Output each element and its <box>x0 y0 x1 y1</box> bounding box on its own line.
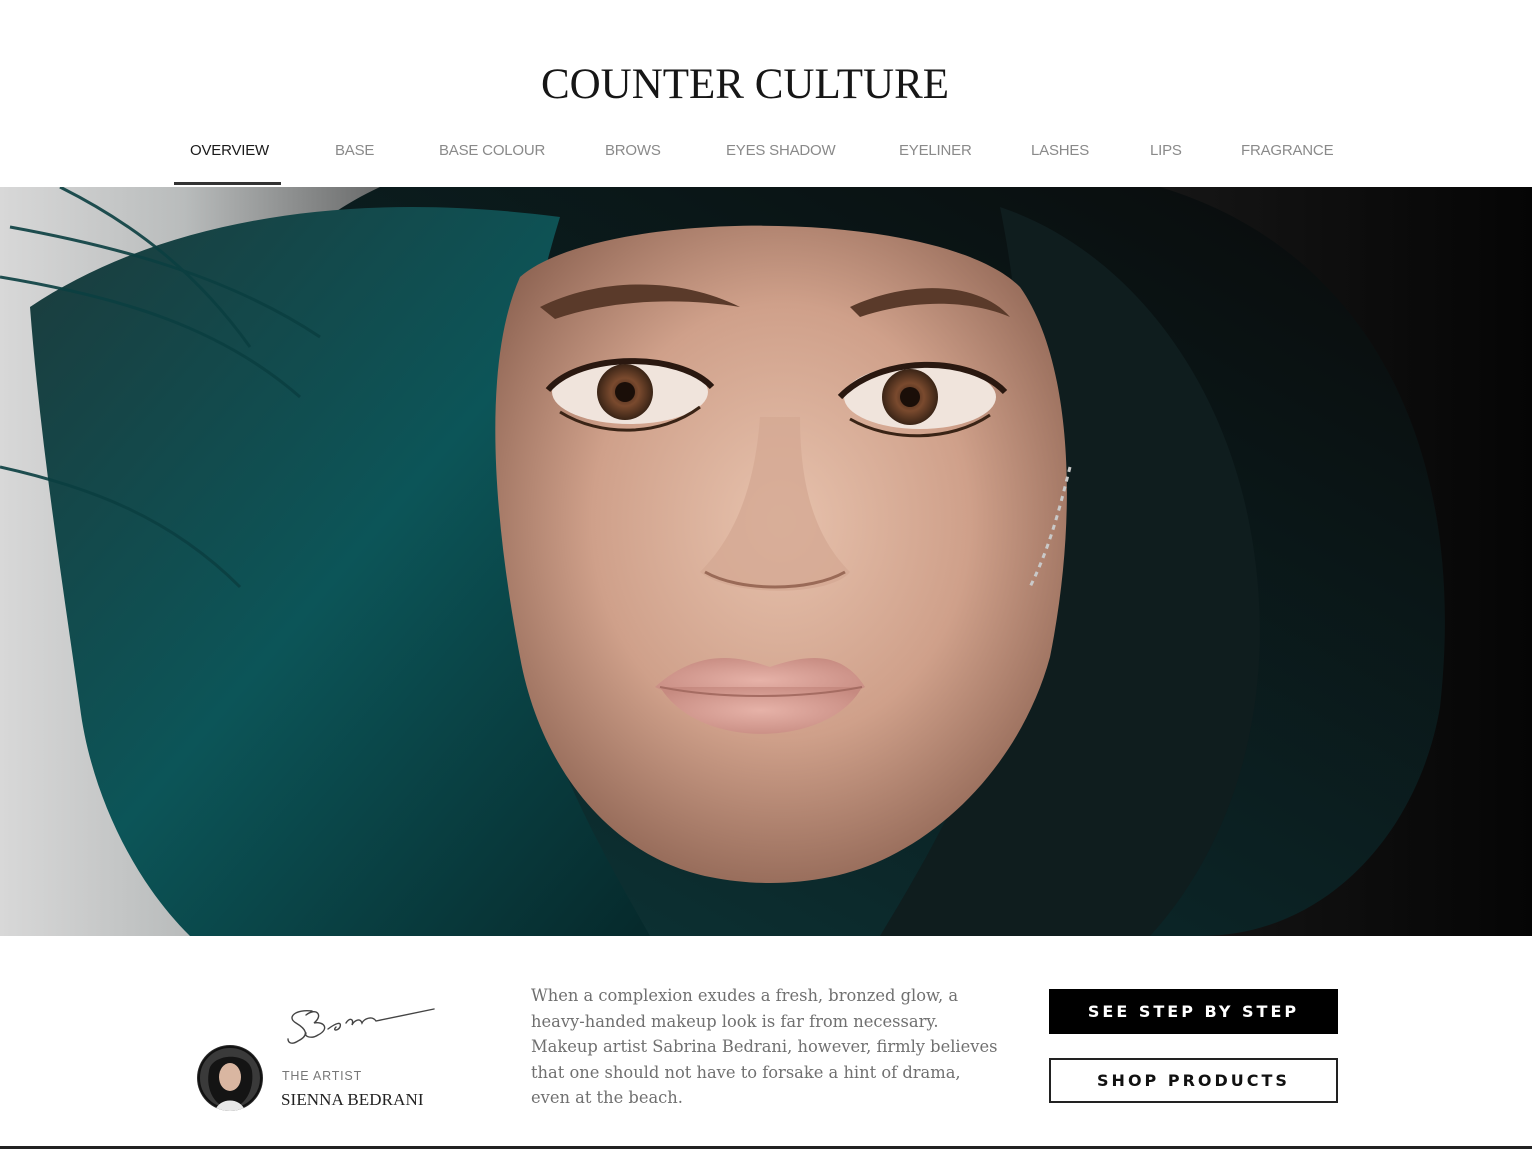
artist-avatar[interactable] <box>197 1045 263 1111</box>
tab-overview[interactable]: OVERVIEW <box>174 140 281 186</box>
see-step-by-step-button[interactable]: SEE STEP BY STEP <box>1049 989 1338 1034</box>
tab-eyeliner[interactable]: EYELINER <box>899 140 972 186</box>
portrait-illustration <box>0 187 1532 936</box>
artist-name[interactable]: SIENNA BEDRANI <box>281 1090 424 1110</box>
tab-eyes-shadow[interactable]: EYES SHADOW <box>726 140 836 186</box>
tab-base[interactable]: BASE <box>335 140 374 186</box>
look-description: When a complexion exudes a fresh, bronze… <box>531 986 998 1107</box>
hero-portrait-image <box>0 187 1532 936</box>
shop-products-button[interactable]: SHOP PRODUCTS <box>1049 1058 1338 1103</box>
tab-lips[interactable]: LIPS <box>1150 140 1182 186</box>
avatar-photo <box>197 1045 263 1111</box>
artist-signature <box>287 1008 435 1044</box>
section-nav: OVERVIEW BASE BASE COLOUR BROWS EYES SHA… <box>0 140 1532 188</box>
tab-brows[interactable]: BROWS <box>605 140 661 186</box>
tab-fragrance[interactable]: FRAGRANCE <box>1241 140 1334 186</box>
tab-lashes[interactable]: LASHES <box>1031 140 1089 186</box>
brand-logo[interactable]: COUNTER CULTURE <box>0 60 1490 109</box>
tab-base-colour[interactable]: BASE COLOUR <box>439 140 545 186</box>
artist-label: THE ARTIST <box>282 1069 363 1083</box>
